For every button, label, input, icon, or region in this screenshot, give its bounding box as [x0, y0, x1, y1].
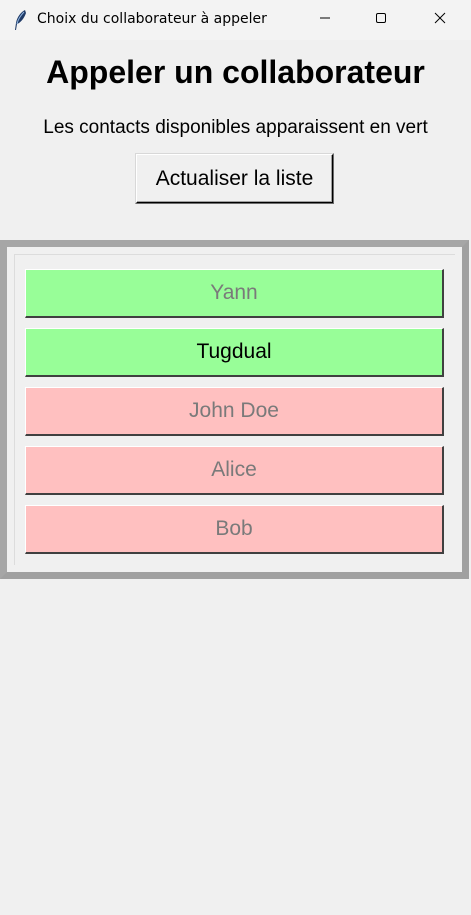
page-title: Appeler un collaborateur [46, 54, 425, 90]
close-button[interactable] [411, 0, 469, 40]
title-bar[interactable]: Choix du collaborateur à appeler [0, 0, 471, 40]
minimize-button[interactable] [296, 0, 354, 40]
close-icon [434, 11, 446, 29]
contact-button-john-doe[interactable]: John Doe [25, 387, 444, 436]
contact-button-yann[interactable]: Yann [25, 269, 444, 318]
feather-icon [12, 9, 28, 31]
maximize-button[interactable] [352, 0, 410, 40]
refresh-list-button[interactable]: Actualiser la liste [136, 154, 333, 203]
subtitle: Les contacts disponibles apparaissent en… [43, 117, 428, 138]
contact-button-tugdual[interactable]: Tugdual [25, 328, 444, 377]
contact-button-alice[interactable]: Alice [25, 446, 444, 495]
contact-button-bob[interactable]: Bob [25, 505, 444, 554]
maximize-icon [375, 11, 387, 29]
app-window: Choix du collaborateur à appeler Appeler… [0, 0, 471, 915]
minimize-icon [319, 11, 331, 29]
window-title: Choix du collaborateur à appeler [37, 11, 267, 27]
